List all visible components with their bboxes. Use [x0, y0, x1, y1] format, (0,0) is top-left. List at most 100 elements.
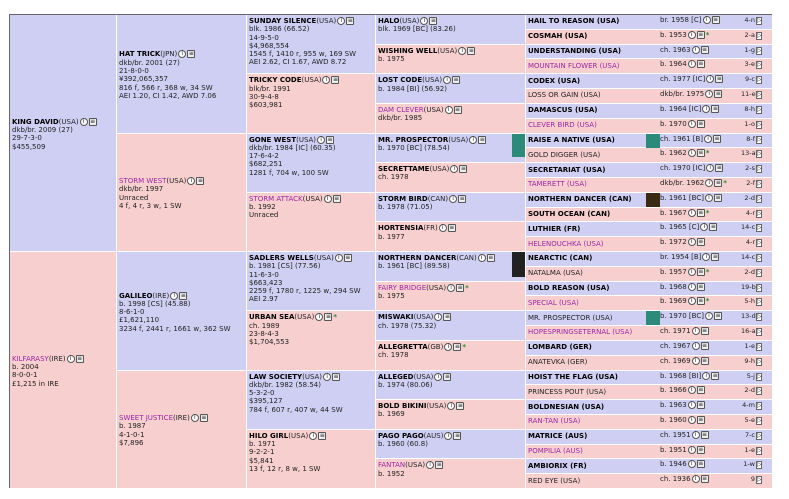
ancestor-name-link[interactable]: NEARCTIC (CAN) [528, 254, 662, 263]
expand-arrow-icon[interactable]: ▷ [756, 239, 762, 248]
record-icon[interactable]: ≡ [199, 414, 208, 423]
ancestor-name-link[interactable]: MOUNTAIN FLOWER (USA) [528, 62, 662, 71]
record-icon[interactable]: ≡ [711, 253, 720, 261]
record-icon[interactable]: ≡ [714, 90, 723, 99]
expand-arrow-icon[interactable]: ▷ [756, 328, 762, 337]
expand-arrow-icon[interactable]: ▷ [756, 461, 762, 470]
info-icon[interactable]: i [691, 430, 700, 439]
horse-name-link[interactable]: LOST CODE [378, 76, 422, 84]
record-icon[interactable]: ≡ [700, 45, 709, 54]
info-icon[interactable]: i [687, 386, 696, 395]
expand-arrow-icon[interactable]: ▷ [756, 372, 762, 381]
ancestor-name-link[interactable]: HOPESPRINGSETERNAL (USA) [528, 328, 662, 337]
info-icon[interactable]: i [444, 342, 453, 351]
info-icon[interactable]: i [309, 431, 318, 440]
record-icon[interactable]: ≡ [715, 75, 724, 84]
record-icon[interactable]: ≡ [88, 117, 97, 126]
info-icon[interactable]: i [687, 30, 696, 39]
info-icon[interactable]: i [170, 291, 179, 300]
record-icon[interactable]: ≡ [318, 431, 327, 440]
info-icon[interactable]: i [450, 165, 459, 174]
record-icon[interactable]: ≡ [332, 194, 341, 203]
record-icon[interactable]: ≡ [179, 291, 188, 300]
expand-arrow-icon[interactable]: ▷ [756, 342, 762, 351]
record-icon[interactable]: ≡ [326, 135, 335, 144]
record-icon[interactable]: ≡ [711, 371, 720, 380]
ancestor-name-link[interactable]: LOSS OR GAIN (USA) [528, 91, 662, 100]
info-icon[interactable]: i [79, 117, 88, 126]
expand-arrow-icon[interactable]: ▷ [756, 313, 762, 322]
expand-arrow-icon[interactable]: ▷ [756, 120, 762, 129]
expand-arrow-icon[interactable]: ▷ [756, 268, 762, 277]
horse-name-link[interactable]: ALLEGED [378, 373, 413, 381]
ancestor-name-link[interactable]: HOIST THE FLAG (USA) [528, 373, 662, 382]
ancestor-name-link[interactable]: RAN-TAN (USA) [528, 417, 662, 426]
horse-name-link[interactable]: SWEET JUSTICE [119, 414, 173, 422]
ancestor-name-link[interactable]: CODEX (USA) [528, 77, 662, 86]
info-icon[interactable]: i [702, 253, 711, 261]
record-icon[interactable]: ≡ [711, 16, 720, 24]
expand-arrow-icon[interactable]: ▷ [756, 446, 762, 455]
record-icon[interactable]: ≡ [696, 119, 705, 128]
expand-arrow-icon[interactable]: ▷ [756, 61, 762, 70]
record-icon[interactable]: ≡ [696, 30, 705, 39]
info-icon[interactable]: i [691, 45, 700, 54]
info-icon[interactable]: i [334, 254, 343, 262]
horse-name-link[interactable]: FANTAN [378, 461, 405, 469]
record-icon[interactable]: ≡ [443, 372, 452, 381]
expand-arrow-icon[interactable]: ▷ [756, 31, 762, 40]
record-icon[interactable]: ≡ [75, 354, 84, 363]
horse-name-link[interactable]: STORM BIRD [378, 195, 428, 203]
horse-name-link[interactable]: MR. PROSPECTOR [378, 136, 448, 144]
expand-arrow-icon[interactable]: ▷ [756, 150, 762, 159]
horse-name-link[interactable]: HORTENSIA [378, 224, 423, 232]
ancestor-name-link[interactable]: SOUTH OCEAN (CAN) [528, 210, 662, 219]
ancestor-name-link[interactable]: HELENOUCHKA (USA) [528, 240, 662, 249]
info-icon[interactable]: i [434, 313, 443, 322]
record-icon[interactable]: ≡ [458, 194, 467, 203]
horse-name-link[interactable]: DAM CLEVER [378, 106, 424, 114]
record-icon[interactable]: ≡ [196, 177, 205, 186]
record-icon[interactable]: ≡ [452, 76, 461, 85]
info-icon[interactable]: i [187, 177, 196, 186]
record-icon[interactable]: ≡ [346, 17, 355, 25]
info-icon[interactable]: i [178, 50, 187, 59]
record-icon[interactable]: ≡ [447, 224, 456, 233]
record-icon[interactable]: ≡ [696, 208, 705, 217]
ancestor-name-link[interactable]: CLEVER BIRD (USA) [528, 121, 662, 130]
record-icon[interactable]: ≡ [713, 193, 722, 202]
record-icon[interactable]: ≡ [714, 178, 723, 187]
info-icon[interactable]: i [323, 194, 332, 203]
record-icon[interactable]: ≡ [715, 164, 724, 173]
info-icon[interactable]: i [66, 354, 75, 363]
info-icon[interactable]: i [687, 415, 696, 424]
horse-name-link[interactable]: NORTHERN DANCER [378, 254, 456, 262]
horse-name-link[interactable]: ALLEGRETTA [378, 343, 428, 351]
info-icon[interactable]: i [691, 356, 700, 365]
record-icon[interactable]: ≡ [443, 313, 452, 322]
expand-arrow-icon[interactable]: ▷ [756, 431, 762, 440]
ancestor-name-link[interactable]: SECRETARIAT (USA) [528, 166, 662, 175]
record-icon[interactable]: ≡ [187, 50, 196, 59]
info-icon[interactable]: i [702, 371, 711, 380]
info-icon[interactable]: i [704, 134, 713, 143]
record-icon[interactable]: ≡ [696, 238, 705, 247]
record-icon[interactable]: ≡ [435, 461, 444, 470]
ancestor-name-link[interactable]: NATALMA (USA) [528, 269, 662, 278]
horse-name-link[interactable]: STORM ATTACK [249, 195, 303, 203]
info-icon[interactable]: i [700, 223, 709, 232]
expand-arrow-icon[interactable]: ▷ [756, 46, 762, 55]
info-icon[interactable]: i [704, 312, 713, 321]
horse-name-link[interactable]: MISWAKI [378, 313, 413, 321]
record-icon[interactable]: ≡ [696, 460, 705, 469]
record-icon[interactable]: ≡ [709, 223, 718, 232]
expand-arrow-icon[interactable]: ▷ [756, 105, 762, 114]
ancestor-name-link[interactable]: HAIL TO REASON (USA) [528, 17, 662, 26]
horse-name-link[interactable]: HAT TRICK [119, 50, 160, 58]
info-icon[interactable]: i [322, 76, 331, 85]
ancestor-name-link[interactable]: BOLD REASON (USA) [528, 284, 662, 293]
record-icon[interactable]: ≡ [453, 105, 462, 114]
expand-arrow-icon[interactable]: ▷ [756, 357, 762, 366]
ancestor-name-link[interactable]: BOLDNESIAN (USA) [528, 403, 662, 412]
record-icon[interactable]: ≡ [456, 283, 465, 292]
